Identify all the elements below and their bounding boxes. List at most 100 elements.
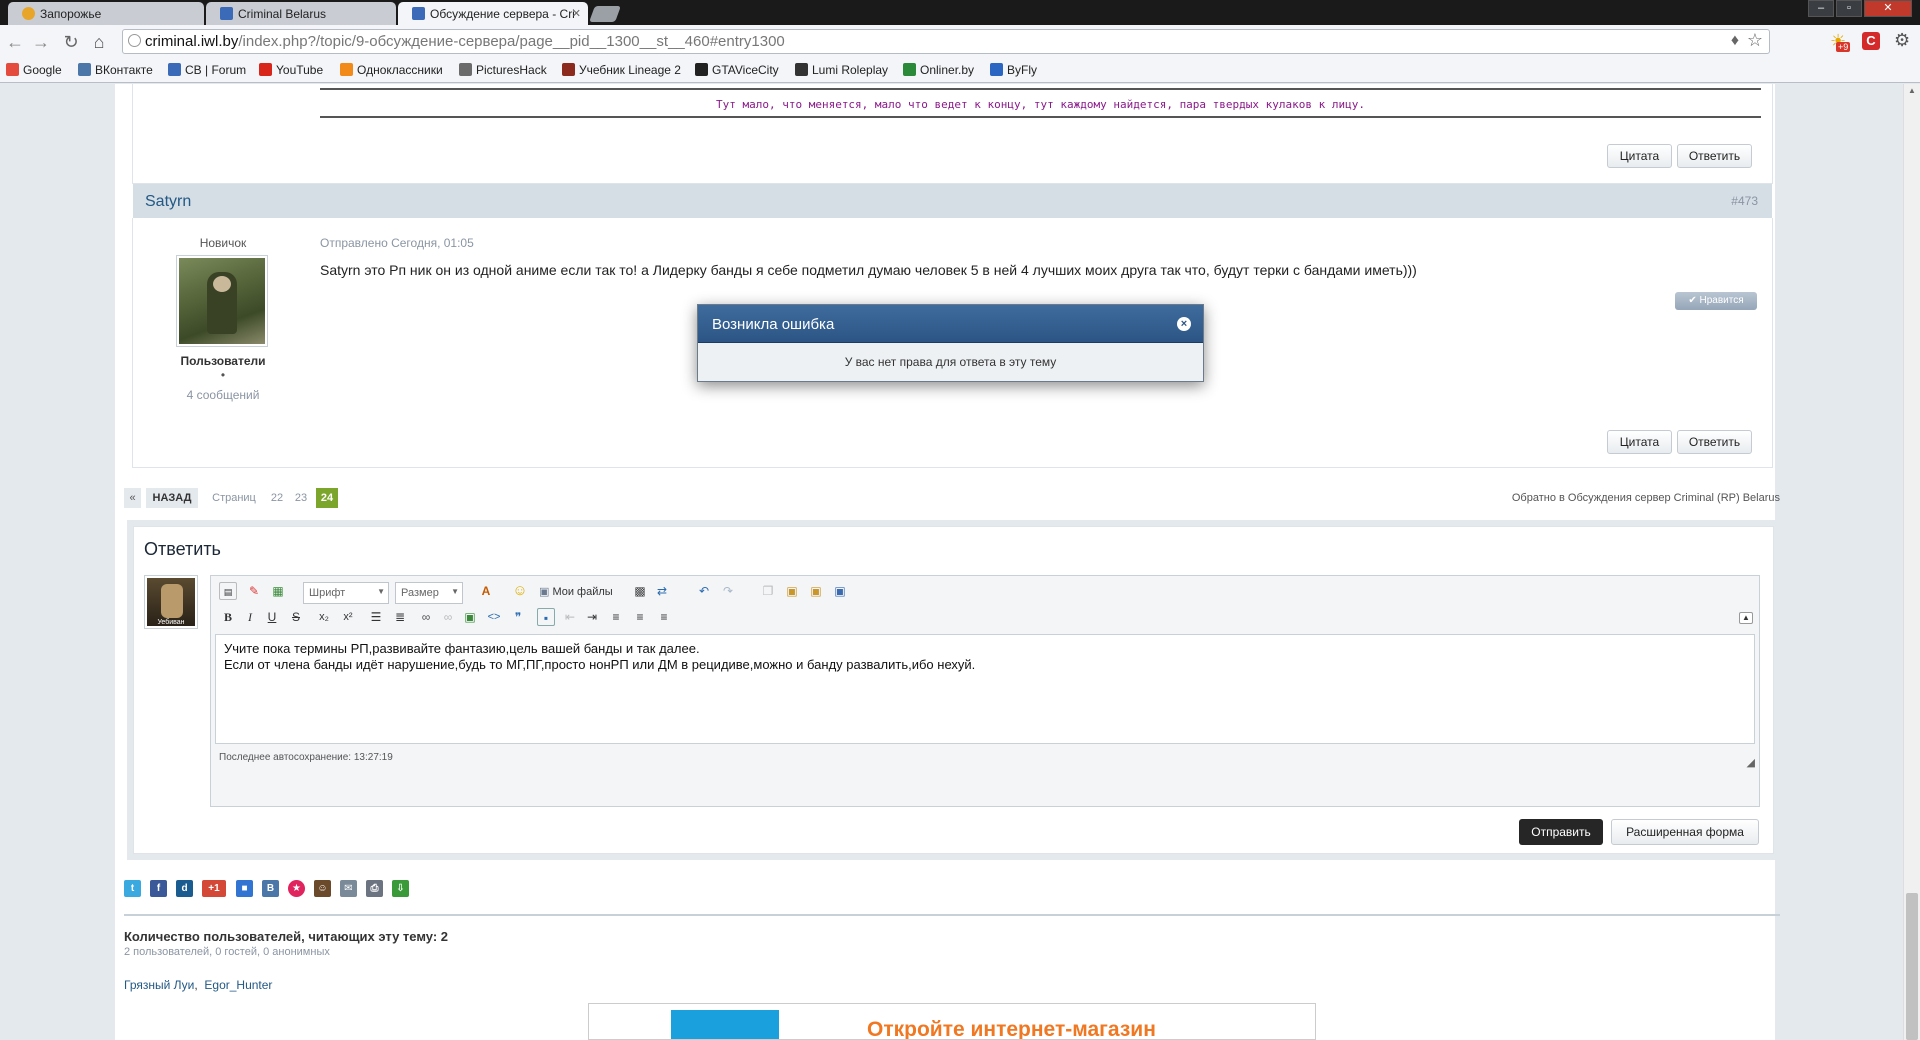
numbered-list-icon[interactable]: ≣ — [391, 608, 409, 626]
advanced-form-button[interactable]: Расширенная форма — [1611, 819, 1759, 845]
browser-tab-1[interactable]: Запорожье — [8, 2, 204, 25]
image-icon[interactable]: ▣ — [461, 608, 479, 626]
chevron-down-icon: ▼ — [377, 587, 385, 596]
bookmark-lineage[interactable]: Учебник Lineage 2 — [562, 63, 681, 77]
first-page-button[interactable]: « — [124, 488, 141, 508]
quote-button[interactable]: Цитата — [1607, 430, 1672, 454]
undo-icon[interactable]: ↶ — [695, 582, 713, 600]
bookmark-lumi-roleplay[interactable]: Lumi Roleplay — [795, 63, 888, 77]
bookmark-star-icon[interactable]: ☆ — [1747, 30, 1763, 51]
close-window-button[interactable]: ✕ — [1864, 0, 1912, 17]
align-center-icon[interactable]: ≡ — [631, 608, 649, 626]
page-link-23[interactable]: 23 — [292, 488, 310, 508]
back-to-forum-link[interactable]: Обратно в Обсуждения сервер Criminal (RP… — [1470, 488, 1780, 508]
cut-icon[interactable]: ❐ — [759, 582, 777, 600]
emoticon-icon[interactable]: ☺ — [511, 582, 529, 600]
scroll-up-icon[interactable]: ▲ — [1906, 86, 1918, 98]
maximize-button[interactable]: ▫ — [1836, 0, 1862, 17]
address-bar[interactable]: criminal.iwl.by/index.php?/topic/9-обсуж… — [122, 29, 1770, 54]
outdent-icon[interactable]: ⇤ — [561, 608, 579, 626]
post-author[interactable]: Satyrn — [145, 193, 191, 211]
link-icon[interactable]: ∞ — [417, 608, 435, 626]
quote-button[interactable]: Цитата — [1607, 144, 1672, 168]
user-avatar[interactable] — [176, 255, 268, 347]
facebook-icon[interactable]: f — [150, 880, 167, 897]
paste-icon[interactable]: ▣ — [783, 582, 801, 600]
reply-button[interactable]: Ответить — [1677, 430, 1752, 454]
quote-icon[interactable]: ❞ — [509, 608, 527, 626]
google-plus-icon[interactable]: +1 — [202, 880, 226, 897]
bookmark-onliner[interactable]: Onliner.by — [903, 63, 974, 77]
redo-icon[interactable]: ↷ — [719, 582, 737, 600]
bookmark-vkontakte[interactable]: ВКонтакте — [78, 63, 153, 77]
collapse-toolbar-icon[interactable]: ▲ — [1739, 612, 1753, 624]
email-icon[interactable]: ✉ — [340, 880, 357, 897]
favorite-icon[interactable]: ★ — [288, 880, 305, 897]
font-select[interactable]: Шрифт ▼ — [303, 582, 389, 604]
tab-close-icon[interactable]: ✕ — [572, 7, 581, 20]
minimize-button[interactable]: – — [1808, 0, 1834, 17]
bookmark-byfly[interactable]: ByFly — [990, 63, 1037, 77]
bookmark-google[interactable]: Google — [6, 63, 62, 77]
text-color-icon[interactable]: A — [477, 582, 495, 600]
spoiler-icon[interactable]: ▪ — [537, 608, 555, 626]
page-link-22[interactable]: 22 — [268, 488, 286, 508]
spellcheck-icon[interactable]: ▩ — [631, 582, 649, 600]
resize-handle-icon[interactable]: ◢ — [1747, 756, 1755, 769]
digg-icon[interactable]: d — [176, 880, 193, 897]
back-arrow-icon[interactable]: ← — [4, 32, 26, 53]
size-select[interactable]: Размер ▼ — [395, 582, 463, 604]
bookmark-cb-forum[interactable]: CB | Forum — [168, 63, 246, 77]
new-tab-button[interactable] — [589, 6, 621, 22]
bookmark-odnoklassniki[interactable]: Одноклассники — [340, 63, 443, 77]
unlink-icon[interactable]: ∞ — [439, 608, 457, 626]
align-left-icon[interactable]: ≡ — [607, 608, 625, 626]
post-number[interactable]: #473 — [1731, 194, 1758, 208]
vkontakte-icon[interactable]: B — [262, 880, 279, 897]
wrench-menu-icon[interactable]: ⚙ — [1894, 30, 1910, 51]
home-icon[interactable]: ⌂ — [88, 32, 110, 53]
page-info-icon[interactable] — [128, 34, 141, 47]
strikethrough-icon[interactable]: S — [287, 608, 305, 626]
scrollbar-thumb[interactable] — [1906, 893, 1918, 1040]
indent-icon[interactable]: ⇥ — [583, 608, 601, 626]
source-icon[interactable]: ▤ — [219, 582, 237, 600]
code-icon[interactable]: <> — [485, 608, 503, 626]
bullet-list-icon[interactable]: ☰ — [367, 608, 385, 626]
viewer-link[interactable]: Egor_Hunter — [204, 978, 272, 992]
close-icon[interactable]: × — [1177, 317, 1191, 331]
twitter-icon[interactable]: t — [124, 880, 141, 897]
submit-button[interactable]: Отправить — [1519, 819, 1603, 845]
translate-icon[interactable]: ⇄ — [653, 582, 671, 600]
ad-banner[interactable]: Откройте интернет-магазин — [588, 1003, 1316, 1040]
viewer-link[interactable]: Грязный Луи — [124, 978, 194, 992]
bookmark-gtavicecity[interactable]: GTAViceCity — [695, 63, 779, 77]
reply-textarea[interactable]: Учите пока термины РП,развивайте фантази… — [215, 634, 1755, 744]
mic-icon[interactable]: ♦ — [1731, 32, 1739, 50]
italic-icon[interactable]: I — [241, 608, 259, 626]
forward-arrow-icon[interactable]: → — [30, 32, 52, 53]
print-icon[interactable]: ⎙ — [366, 880, 383, 897]
reload-icon[interactable]: ↻ — [60, 32, 82, 53]
extension-c-icon[interactable]: C — [1862, 32, 1880, 50]
align-right-icon[interactable]: ≡ — [655, 608, 673, 626]
like-button[interactable]: ✔ Нравится — [1675, 292, 1757, 310]
browser-tab-3-active[interactable]: Обсуждение сервера - Cri ✕ — [398, 2, 588, 26]
delicious-icon[interactable]: ■ — [236, 880, 253, 897]
my-files-button[interactable]: ▣ Мои файлы — [539, 585, 613, 598]
bookmark-pictureshack[interactable]: PicturesHack — [459, 63, 547, 77]
table-icon[interactable]: ▦ — [269, 582, 287, 600]
paste-text-icon[interactable]: ▣ — [807, 582, 825, 600]
underline-icon[interactable]: U — [263, 608, 281, 626]
buddy-icon[interactable]: ☺ — [314, 880, 331, 897]
bold-icon[interactable]: B — [219, 608, 237, 626]
reply-button[interactable]: Ответить — [1677, 144, 1752, 168]
download-icon[interactable]: ⇩ — [392, 880, 409, 897]
paste-word-icon[interactable]: ▣ — [831, 582, 849, 600]
superscript-icon[interactable]: x² — [339, 608, 357, 626]
subscript-icon[interactable]: x₂ — [315, 608, 333, 626]
bookmark-youtube[interactable]: YouTube — [259, 63, 323, 77]
browser-tab-2[interactable]: Criminal Belarus — [206, 2, 396, 25]
eraser-icon[interactable]: ✎ — [245, 582, 263, 600]
back-page-button[interactable]: НАЗАД — [146, 488, 198, 508]
